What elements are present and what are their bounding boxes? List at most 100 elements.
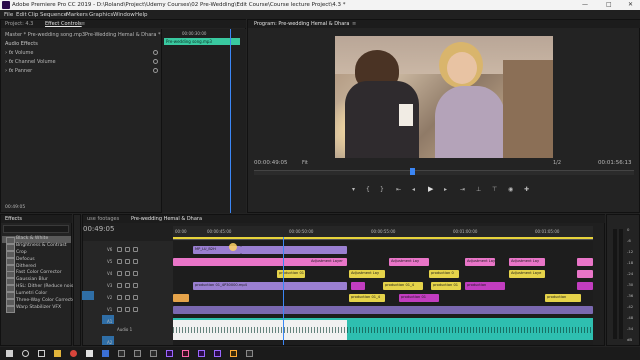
source-label[interactable]: Master * Pre-wedding song.mp3 [5, 32, 85, 38]
app-icon[interactable] [214, 350, 221, 357]
tab-sequence[interactable]: Pre-wedding Hemal & Dhara [131, 216, 202, 222]
program-timecode[interactable]: 00:00:49:05 [254, 160, 288, 166]
track-label-a1[interactable]: A1 [107, 319, 112, 324]
clip-production[interactable]: production 01 [431, 282, 461, 290]
effect-item[interactable]: Black & White [2, 236, 71, 244]
effect-item[interactable]: Defocus [2, 257, 71, 265]
effect-item[interactable]: Crop [2, 250, 71, 258]
reset-channel-icon[interactable] [153, 59, 158, 64]
clip-adjustment[interactable]: Adjustment Lay [349, 270, 385, 278]
track-label-a2[interactable]: A2 [107, 340, 112, 345]
go-to-in-icon[interactable]: ⇤ [396, 186, 401, 193]
effect-item[interactable]: Three-Way Color Corrector [2, 298, 77, 306]
mini-playhead[interactable] [230, 29, 231, 213]
minimize-button[interactable]: — [582, 1, 588, 8]
reset-volume-icon[interactable] [153, 50, 158, 55]
eye-icon[interactable] [133, 283, 138, 288]
sync-icon[interactable] [125, 271, 130, 276]
app-icon[interactable] [134, 350, 141, 357]
track-label-v6[interactable]: V6 [107, 247, 112, 252]
quality-dropdown[interactable]: 1/2 [553, 160, 561, 166]
eye-icon[interactable] [133, 259, 138, 264]
program-menu-icon[interactable]: ≡ [352, 21, 356, 27]
app-icon[interactable] [182, 350, 189, 357]
lock-icon[interactable] [117, 271, 122, 276]
effect-panner-row[interactable]: › fx Panner [5, 68, 32, 74]
clip-v1[interactable] [173, 306, 593, 314]
effect-item[interactable]: Brightness & Contrast [2, 243, 71, 251]
clip-adjustment-end[interactable] [577, 258, 593, 266]
menu-graphics[interactable]: Graphics [89, 12, 113, 18]
app-icon[interactable] [230, 350, 237, 357]
app-icon[interactable] [118, 350, 125, 357]
clip-production[interactable]: production 01_4 [349, 294, 385, 302]
mark-out-icon[interactable]: } [380, 186, 384, 193]
track-label-v1[interactable]: V1 [107, 307, 112, 312]
start-icon[interactable] [6, 350, 13, 357]
menu-markers[interactable]: Markers [66, 12, 88, 18]
clip-production[interactable]: production 01 [399, 294, 439, 302]
task-view-icon[interactable] [38, 350, 45, 357]
clip-production[interactable]: production 01_4 [383, 282, 423, 290]
track-area[interactable]: MP_LU_B2H Adjustment Layer Adjustment La… [173, 241, 593, 345]
timeline-playhead[interactable] [283, 237, 284, 345]
close-button[interactable]: ✕ [628, 1, 633, 8]
work-area-bar[interactable] [173, 237, 593, 239]
effect-controls-timecode[interactable]: 00:49:05 [5, 205, 25, 210]
effect-volume-row[interactable]: › fx Volume [5, 50, 34, 56]
sync-icon[interactable] [125, 283, 130, 288]
step-back-icon[interactable]: ◂ [412, 186, 415, 193]
play-icon[interactable]: ▶ [428, 185, 433, 193]
mark-in-icon[interactable]: { [366, 186, 370, 193]
lock-icon[interactable] [117, 247, 122, 252]
eye-icon[interactable] [133, 295, 138, 300]
mini-clip[interactable]: Pre-wedding song.mp3 [164, 38, 240, 45]
clip-adjustment-long[interactable]: Adjustment Layer [173, 258, 347, 266]
tab-effect-controls[interactable]: Effect Controls [45, 21, 82, 27]
clip-production[interactable]: production 01 [277, 270, 305, 278]
menu-window[interactable]: Window [113, 12, 135, 18]
reset-panner-icon[interactable] [153, 68, 158, 73]
file-explorer-icon[interactable] [54, 350, 61, 357]
sync-icon[interactable] [125, 259, 130, 264]
clip-production[interactable]: production 0 [429, 270, 459, 278]
program-playhead[interactable] [410, 168, 415, 175]
app-icon[interactable] [150, 350, 157, 357]
program-scrubber[interactable] [254, 170, 634, 175]
effect-item[interactable]: Warp Stabilizer VFX [2, 305, 71, 313]
lock-icon[interactable] [117, 295, 122, 300]
program-video-frame[interactable] [335, 36, 553, 158]
eye-icon[interactable] [133, 307, 138, 312]
app-icon[interactable] [86, 350, 93, 357]
sync-icon[interactable] [125, 307, 130, 312]
sync-icon[interactable] [125, 295, 130, 300]
clip-production[interactable]: production [545, 294, 581, 302]
timeline-ruler[interactable]: 00:00 00:00:45:00 00:00:50:00 00:00:55:0… [173, 226, 593, 240]
sync-icon[interactable] [125, 247, 130, 252]
fit-dropdown[interactable]: Fit [302, 160, 308, 166]
premiere-taskbar-icon[interactable] [166, 350, 173, 357]
tab-use-footages[interactable]: use footages [87, 216, 119, 222]
clip-v6-b[interactable] [241, 246, 347, 254]
menu-help[interactable]: Help [135, 12, 148, 18]
add-marker-icon[interactable]: ▾ [352, 186, 355, 193]
maximize-button[interactable]: □ [606, 1, 612, 8]
effects-title[interactable]: Effects [5, 216, 22, 222]
track-label-v5[interactable]: V5 [107, 259, 112, 264]
effects-search-input[interactable] [3, 225, 69, 233]
effect-item[interactable]: Lumetri Color [2, 291, 71, 299]
clip-magenta[interactable] [351, 282, 365, 290]
program-title[interactable]: Program: Pre-wedding Hemal & Dhara [254, 21, 349, 27]
timeline-timecode[interactable]: 00:49:05 [83, 225, 114, 233]
clip-adjustment[interactable]: Adjustment Laye [509, 270, 545, 278]
track-label-v3[interactable]: V3 [107, 283, 112, 288]
clip-start[interactable] [173, 294, 189, 302]
app-icon[interactable] [246, 350, 253, 357]
lock-icon[interactable] [117, 259, 122, 264]
clip-magenta-end[interactable] [577, 282, 593, 290]
menu-clip[interactable]: Clip [28, 12, 38, 18]
tab-project[interactable]: Project: 4.3 [5, 21, 33, 27]
panel-menu-icon[interactable]: ≡ [81, 21, 85, 27]
lock-icon[interactable] [117, 307, 122, 312]
menu-sequence[interactable]: Sequence [40, 12, 67, 18]
